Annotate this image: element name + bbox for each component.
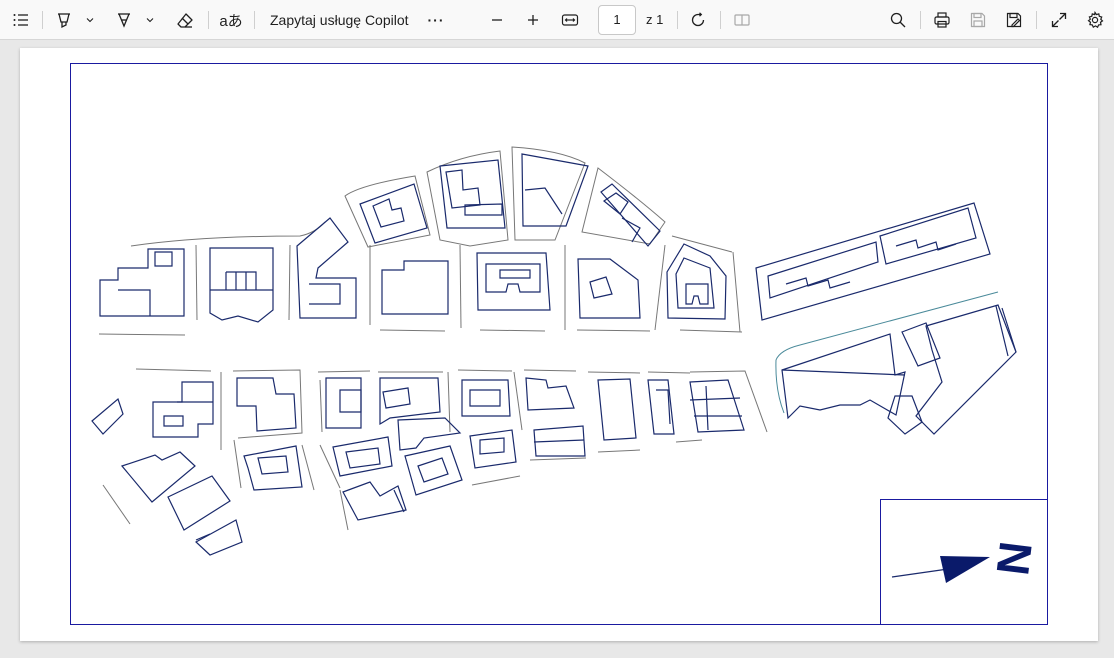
page-count: z 1 bbox=[646, 12, 664, 27]
chevron-down-icon[interactable] bbox=[82, 6, 98, 34]
toolbar-divider bbox=[208, 11, 209, 29]
river-line bbox=[775, 291, 999, 414]
north-label: N bbox=[986, 539, 1042, 578]
save-icon[interactable] bbox=[966, 6, 990, 34]
fullscreen-icon[interactable] bbox=[1046, 6, 1072, 34]
toolbar-divider bbox=[42, 11, 43, 29]
zoom-in-icon[interactable] bbox=[522, 6, 544, 34]
save-as-icon[interactable] bbox=[1002, 6, 1026, 34]
street-lines bbox=[98, 146, 768, 531]
toolbar-divider bbox=[1036, 11, 1037, 29]
toolbar-divider bbox=[920, 11, 921, 29]
settings-icon[interactable] bbox=[1082, 6, 1108, 34]
toolbar-divider bbox=[677, 11, 678, 29]
chevron-down-icon[interactable] bbox=[142, 6, 158, 34]
fit-width-icon[interactable] bbox=[558, 6, 582, 34]
page-view-icon[interactable] bbox=[730, 6, 754, 34]
read-aloud-icon[interactable]: aあ bbox=[218, 6, 244, 34]
more-button[interactable]: ··· bbox=[424, 6, 448, 34]
pdf-toolbar: aあ Zapytaj usługę Copilot ··· 1 z 1 bbox=[0, 0, 1114, 40]
highlighter-icon[interactable] bbox=[52, 6, 76, 34]
eraser-icon[interactable] bbox=[172, 6, 198, 34]
contents-icon[interactable] bbox=[8, 6, 34, 34]
zoom-out-icon[interactable] bbox=[486, 6, 508, 34]
drawing-frame bbox=[70, 63, 1048, 625]
print-icon[interactable] bbox=[930, 6, 954, 34]
building-footprints bbox=[91, 153, 1017, 556]
north-arrow-icon: N bbox=[891, 539, 1042, 583]
toolbar-divider bbox=[254, 11, 255, 29]
copilot-button[interactable]: Zapytaj usługę Copilot bbox=[270, 12, 409, 28]
pdf-page: N bbox=[20, 48, 1098, 641]
toolbar-divider bbox=[720, 11, 721, 29]
search-icon[interactable] bbox=[886, 6, 910, 34]
rotate-icon[interactable] bbox=[686, 6, 710, 34]
site-plan-drawing: N bbox=[70, 63, 1048, 625]
page-number-input[interactable]: 1 bbox=[598, 5, 636, 35]
draw-icon[interactable] bbox=[112, 6, 136, 34]
